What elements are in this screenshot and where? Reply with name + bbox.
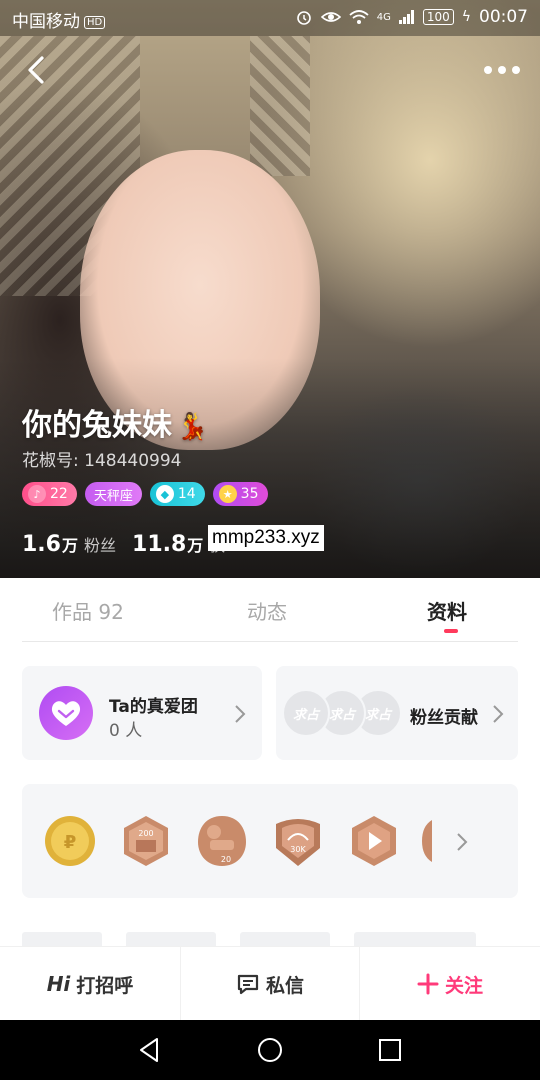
next-row-placeholder xyxy=(240,932,330,946)
nav-home-icon[interactable] xyxy=(255,1035,285,1065)
gold-medal-icon: ₽ xyxy=(45,816,95,866)
star-icon: ★ xyxy=(218,485,237,503)
clock: 00:07 xyxy=(479,7,528,27)
watermark-overlay: mmp233.xyz xyxy=(208,525,324,551)
background-pattern xyxy=(250,36,310,176)
signal-icon xyxy=(398,10,414,24)
eye-icon xyxy=(320,12,341,22)
message-button[interactable]: 私信 xyxy=(180,947,360,1021)
greet-button[interactable]: Hi 打招呼 xyxy=(0,947,180,1021)
next-row-placeholder xyxy=(354,932,476,946)
fans-count[interactable]: 1.6 xyxy=(22,532,61,557)
nav-back-icon[interactable] xyxy=(135,1035,165,1065)
medal-30k-icon: 30K xyxy=(276,819,320,866)
diamond-badge[interactable]: ◆ 14 xyxy=(149,482,205,506)
status-bar: 中国移动 HD 4G 100 ϟ 00:07 xyxy=(0,0,540,36)
nickname-text: 你的兔妹妹 xyxy=(22,408,172,443)
charging-icon: ϟ xyxy=(461,9,471,25)
medals-card[interactable]: ₽ 200 20 30K xyxy=(22,784,518,898)
fan-club-heart-icon xyxy=(39,686,93,740)
svg-text:20: 20 xyxy=(221,855,231,864)
hi-icon: Hi xyxy=(46,972,71,996)
star-value: 35 xyxy=(240,486,259,502)
fans-label: 粉丝 xyxy=(84,536,117,555)
more-dots-icon xyxy=(484,66,520,74)
fans-unit: 万 xyxy=(61,536,78,555)
zodiac-label: 天秤座 xyxy=(93,488,133,504)
carrier: 中国移动 HD xyxy=(12,7,106,32)
user-id: 花椒号: 148440994 xyxy=(22,451,182,471)
fan-club-title: Ta的真爱团 xyxy=(109,697,198,717)
follow-label: 关注 xyxy=(444,974,483,997)
diamond-icon: ◆ xyxy=(155,485,174,503)
svg-text:₽: ₽ xyxy=(64,832,77,853)
contributor-slot: 求占 xyxy=(282,689,330,737)
chevron-right-icon xyxy=(457,833,468,851)
next-row-placeholder xyxy=(22,932,102,946)
zodiac-badge[interactable]: 天秤座 xyxy=(84,482,142,506)
back-button[interactable] xyxy=(22,52,52,88)
fan-contribution-card[interactable]: 求占 求占 求占 粉丝贡献 xyxy=(276,666,518,760)
badge-row: ♪ 22 天秤座 ◆ 14 ★ 35 xyxy=(22,482,268,506)
network-type: 4G xyxy=(376,11,391,23)
plus-icon xyxy=(417,973,439,995)
system-navigation-bar xyxy=(0,1020,540,1080)
chevron-right-icon xyxy=(235,705,246,723)
battery-level: 100 xyxy=(422,9,454,25)
profile-nickname: 你的兔妹妹 💃 xyxy=(22,400,208,444)
bottom-action-bar: Hi 打招呼 私信 关注 xyxy=(0,946,540,1021)
medal-play-icon xyxy=(352,816,396,866)
active-tab-indicator xyxy=(444,629,458,633)
follow-button[interactable]: 关注 xyxy=(360,947,540,1021)
fan-club-count: 0 人 xyxy=(109,721,143,741)
medal-200-icon: 200 xyxy=(124,816,168,866)
tab-works[interactable]: 作品 92 xyxy=(52,596,124,625)
likes-count[interactable]: 11.8 xyxy=(132,532,186,557)
medal-20-icon: 20 xyxy=(198,816,246,866)
level-badge[interactable]: ♪ 22 xyxy=(22,482,77,506)
greet-label: 打招呼 xyxy=(76,974,134,997)
carrier-name: 中国移动 xyxy=(12,12,80,32)
alarm-icon xyxy=(296,11,311,25)
likes-unit: 万 xyxy=(187,536,204,555)
chevron-right-icon xyxy=(493,705,504,723)
wifi-icon xyxy=(349,10,369,24)
profile-tabs: 作品 92 动态 资料 xyxy=(22,578,518,642)
fan-contribution-title: 粉丝贡献 xyxy=(410,708,478,728)
medal-partial-icon xyxy=(422,820,432,862)
status-icons: 4G 100 ϟ 00:07 xyxy=(295,7,528,27)
level-value: 22 xyxy=(50,486,68,502)
more-options-button[interactable] xyxy=(482,56,522,84)
star-badge[interactable]: ★ 35 xyxy=(212,482,268,506)
tab-profile-info[interactable]: 资料 xyxy=(427,596,467,625)
hd-badge: HD xyxy=(84,16,106,29)
chevron-left-icon xyxy=(28,56,44,84)
dancer-emoji-icon: 💃 xyxy=(176,412,209,442)
tab-moments[interactable]: 动态 xyxy=(247,596,287,625)
chat-bubble-icon xyxy=(237,974,259,995)
next-row-placeholder xyxy=(126,932,216,946)
fan-club-card[interactable]: Ta的真爱团 0 人 xyxy=(22,666,262,760)
nav-recents-icon[interactable] xyxy=(375,1035,405,1065)
diamond-value: 14 xyxy=(177,486,196,502)
svg-text:200: 200 xyxy=(138,829,153,838)
message-label: 私信 xyxy=(265,974,304,997)
level-icon: ♪ xyxy=(28,485,46,503)
svg-text:30K: 30K xyxy=(290,845,306,854)
